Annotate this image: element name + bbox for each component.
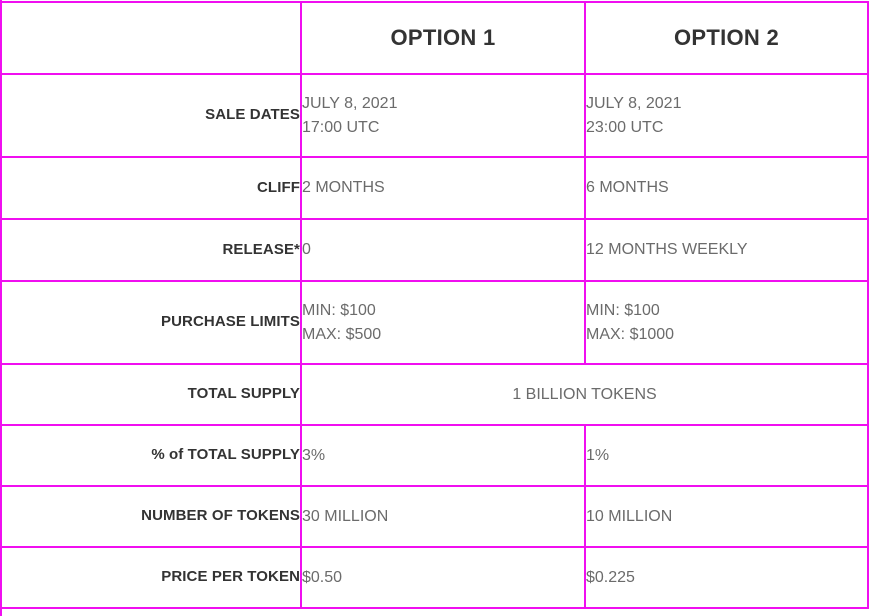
value-line: 12 MONTHS WEEKLY <box>586 241 748 259</box>
row-value-option-2: 1% <box>584 424 869 487</box>
row-value-option-2: 10 MILLION <box>584 485 869 548</box>
row-label: PURCHASE LIMITS <box>0 280 302 365</box>
table-row: PURCHASE LIMITS MIN: $100 MAX: $500 MIN: $1… <box>0 280 869 365</box>
value-line: 23:00 UTC <box>586 118 664 136</box>
row-value-option-1: 3% <box>300 424 586 487</box>
column-header-option-2: OPTION 2 <box>584 1 869 75</box>
value-line: 6 MONTHS <box>586 179 669 197</box>
value-line: 30 MILLION <box>302 507 389 525</box>
table-corner-cell <box>0 1 302 75</box>
row-value-option-2: MIN: $100 MAX: $1000 <box>584 280 869 365</box>
row-value-option-1: 2 MONTHS <box>300 156 586 220</box>
table-row: TOTAL SUPPLY 1 BILLION TOKENS <box>0 363 869 426</box>
value-line: 1% <box>586 446 610 464</box>
table-row: CLIFF 2 MONTHS 6 MONTHS <box>0 156 869 220</box>
table-row: NUMBER OF TOKENS 30 MILLION 10 MILLION <box>0 485 869 548</box>
value-line: 3% <box>302 446 326 464</box>
row-label: % of TOTAL SUPPLY <box>0 424 302 487</box>
value-line: MAX: $1000 <box>586 325 675 343</box>
value-line: MAX: $500 <box>302 325 382 343</box>
row-value-merged: 1 BILLION TOKENS <box>300 363 869 426</box>
row-value-option-2: 12 MONTHS WEEKLY <box>584 218 869 282</box>
table-header-row: OPTION 1 OPTION 2 <box>0 1 869 75</box>
row-label: PRICE PER TOKEN <box>0 546 302 609</box>
value-line: MIN: $100 <box>586 302 660 320</box>
row-label: TOTAL SUPPLY <box>0 363 302 426</box>
value-line: 10 MILLION <box>586 507 673 525</box>
row-label: NUMBER OF TOKENS <box>0 485 302 548</box>
table-row: % of TOTAL SUPPLY 3% 1% <box>0 424 869 487</box>
value-line: JULY 8, 2021 <box>302 95 398 113</box>
value-line: 17:00 UTC <box>302 118 380 136</box>
row-value-option-1: $0.50 <box>300 546 586 609</box>
table-row: PRICE PER TOKEN $0.50 $0.225 <box>0 546 869 609</box>
row-label: RELEASE* <box>0 218 302 282</box>
table-header: OPTION 1 OPTION 2 <box>0 1 869 75</box>
table-row: SALE DATES JULY 8, 2021 17:00 UTC JULY 8, 2… <box>0 73 869 158</box>
row-value-option-1: MIN: $100 MAX: $500 <box>300 280 586 365</box>
row-value-option-1: 30 MILLION <box>300 485 586 548</box>
value-line: 0 <box>302 241 311 259</box>
column-header-option-1: OPTION 1 <box>300 1 586 75</box>
table-body: SALE DATES JULY 8, 2021 17:00 UTC JULY 8, 2… <box>0 73 869 609</box>
table-row: RELEASE* 0 12 MONTHS WEEKLY <box>0 218 869 282</box>
row-label: CLIFF <box>0 156 302 220</box>
value-line: $0.225 <box>586 568 635 586</box>
value-line: JULY 8, 2021 <box>586 95 682 113</box>
row-value-option-2: $0.225 <box>584 546 869 609</box>
row-label: SALE DATES <box>0 73 302 158</box>
value-line: 2 MONTHS <box>302 179 385 197</box>
row-value-option-1: JULY 8, 2021 17:00 UTC <box>300 73 586 158</box>
comparison-table-root: OPTION 1 OPTION 2 SALE DATES JULY 8, 2021… <box>0 0 872 616</box>
row-value-option-1: 0 <box>300 218 586 282</box>
value-line: $0.50 <box>302 568 343 586</box>
row-value-option-2: 6 MONTHS <box>584 156 869 220</box>
row-value-option-2: JULY 8, 2021 23:00 UTC <box>584 73 869 158</box>
value-line: MIN: $100 <box>302 302 376 320</box>
sale-options-comparison-table: OPTION 1 OPTION 2 SALE DATES JULY 8, 2021… <box>0 1 869 609</box>
